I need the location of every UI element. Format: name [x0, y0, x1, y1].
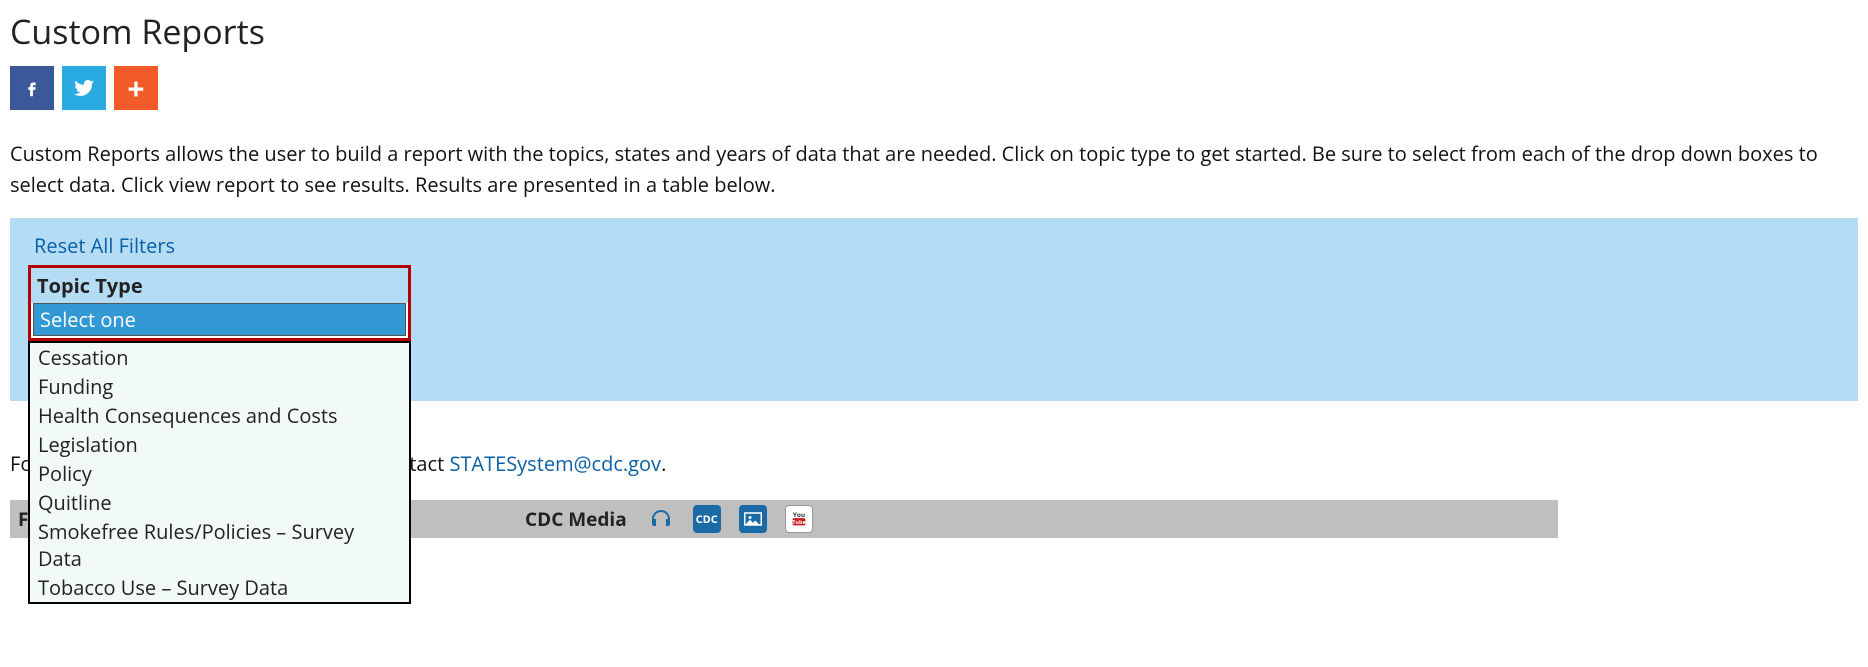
page-title: Custom Reports — [10, 8, 1858, 54]
topic-type-dropdown: Cessation Funding Health Consequences an… — [28, 341, 411, 604]
dropdown-option[interactable]: Tobacco Use – Survey Data — [30, 573, 409, 602]
addthis-share-button[interactable]: + — [114, 66, 158, 110]
svg-text:Tube: Tube — [792, 518, 806, 526]
dropdown-option[interactable]: Funding — [30, 372, 409, 401]
youtube-icon[interactable]: YouTube — [785, 505, 813, 533]
plus-icon: + — [127, 68, 144, 109]
intro-paragraph: Custom Reports allows the user to build … — [10, 138, 1858, 200]
image-gallery-icon[interactable] — [739, 505, 767, 533]
facebook-share-button[interactable] — [10, 66, 54, 110]
media-icons: CDC YouTube — [647, 505, 813, 533]
dropdown-option[interactable]: Quitline — [30, 488, 409, 517]
dropdown-option[interactable]: Legislation — [30, 430, 409, 459]
topic-type-select[interactable]: Select one — [28, 303, 411, 341]
share-row: + — [10, 66, 1858, 110]
listen-icon[interactable] — [647, 505, 675, 533]
topic-type-label: Topic Type — [28, 265, 411, 303]
dropdown-option[interactable]: Health Consequences and Costs — [30, 401, 409, 430]
facebook-icon — [21, 77, 43, 99]
dropdown-option[interactable]: Policy — [30, 459, 409, 488]
twitter-share-button[interactable] — [62, 66, 106, 110]
contact-email-link[interactable]: STATESystem@cdc.gov — [449, 450, 661, 477]
dropdown-option[interactable]: Cessation — [30, 343, 409, 372]
topic-type-control: Topic Type Select one Cessation Funding … — [28, 265, 411, 341]
reset-all-filters-link[interactable]: Reset All Filters — [34, 232, 175, 259]
contact-period: . — [661, 450, 666, 477]
cdc-media-label: CDC Media — [525, 506, 627, 532]
twitter-icon — [72, 76, 96, 100]
topic-type-selected-option[interactable]: Select one — [34, 304, 405, 335]
dropdown-option[interactable]: Smokefree Rules/Policies – Survey Data — [30, 517, 409, 573]
cdc-badge-icon[interactable]: CDC — [693, 505, 721, 533]
filter-panel: Reset All Filters Topic Type Select one … — [10, 218, 1858, 401]
